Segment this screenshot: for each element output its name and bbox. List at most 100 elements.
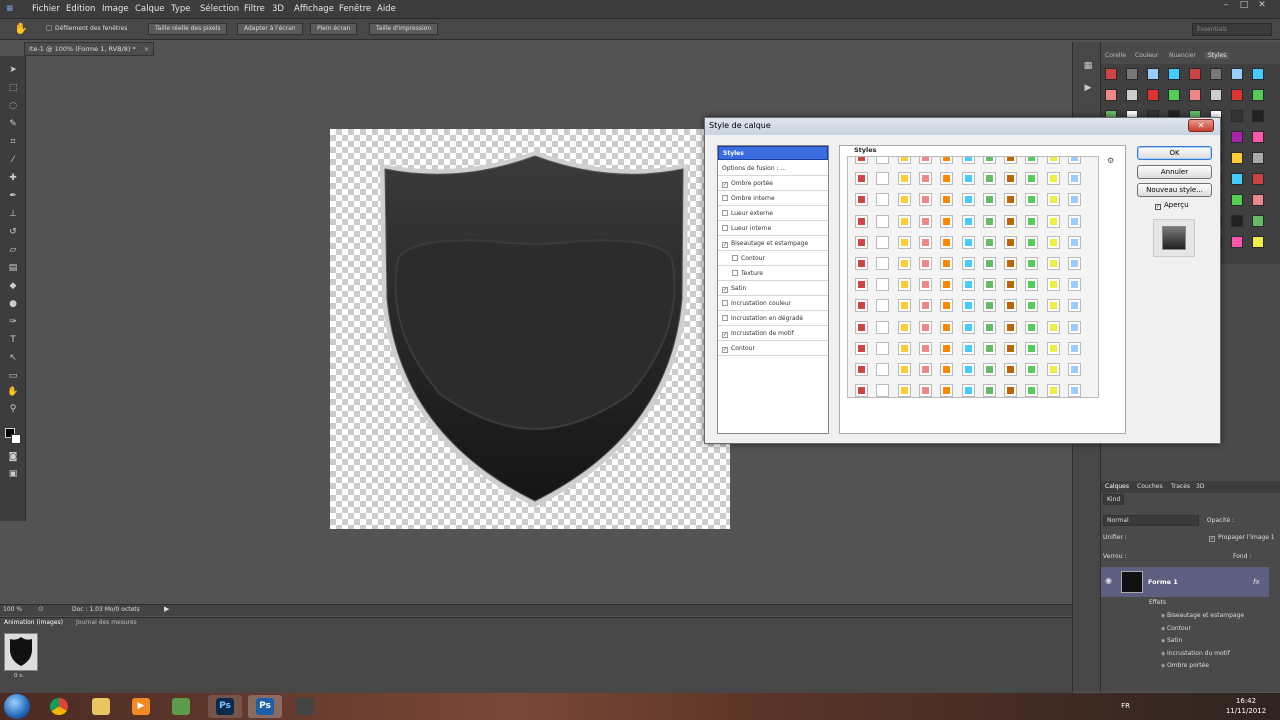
effect-item-color-overlay[interactable]: Incrustation couleur [718, 297, 828, 311]
cancel-button[interactable]: Annuler [1137, 165, 1212, 179]
style-swatch[interactable] [1068, 172, 1081, 186]
style-swatch[interactable] [897, 257, 911, 270]
style-swatch[interactable] [918, 363, 932, 376]
style-swatch[interactable] [1252, 236, 1264, 248]
style-swatch[interactable] [1046, 172, 1060, 186]
style-swatch[interactable] [876, 193, 890, 207]
workspace-select[interactable]: Essentials [1192, 23, 1272, 36]
style-swatch[interactable] [918, 341, 932, 355]
style-swatch[interactable] [1025, 172, 1039, 186]
actions-icon[interactable]: ▶ [1081, 82, 1095, 95]
taskbar-explorer[interactable] [84, 695, 118, 718]
taskbar-app[interactable] [164, 695, 198, 718]
style-swatch[interactable] [918, 384, 932, 397]
style-swatch[interactable] [961, 320, 975, 334]
zoom-level[interactable]: 100 % [3, 606, 22, 613]
style-swatch[interactable] [1046, 384, 1060, 397]
effect-checkbox[interactable]: ✓ [722, 287, 728, 293]
style-swatch[interactable] [1068, 193, 1081, 207]
style-swatch[interactable] [1046, 278, 1060, 292]
style-swatch[interactable] [982, 299, 996, 313]
style-swatch[interactable] [1105, 89, 1117, 101]
style-swatch[interactable] [855, 257, 868, 270]
style-swatch[interactable] [982, 384, 996, 397]
language-indicator[interactable]: FR [1121, 702, 1130, 710]
style-swatch[interactable] [1252, 110, 1264, 122]
style-swatch[interactable] [1252, 131, 1264, 143]
effect-pattern[interactable]: Incrustation du motif [1161, 650, 1230, 657]
style-swatch[interactable] [940, 214, 954, 228]
style-swatch[interactable] [1004, 278, 1018, 292]
style-swatch[interactable] [1252, 152, 1264, 164]
actual-pixels-button[interactable]: Taille réelle des pixels [148, 23, 228, 35]
style-swatch[interactable] [855, 172, 868, 186]
tab-nuancier[interactable]: Nuancier [1169, 52, 1196, 59]
style-swatch[interactable] [1025, 363, 1039, 376]
taskbar-photoshop-2[interactable]: Ps [248, 695, 282, 718]
style-swatch[interactable] [1025, 278, 1039, 292]
style-swatch[interactable] [982, 235, 996, 249]
tab-measurement-log[interactable]: Journal des mesures [76, 619, 137, 626]
effect-item-stroke[interactable]: ✓ Contour [718, 342, 828, 356]
style-swatch[interactable] [982, 278, 996, 292]
style-swatch[interactable] [1068, 214, 1081, 228]
style-swatch[interactable] [1046, 157, 1060, 164]
effect-item-texture[interactable]: Texture [718, 267, 828, 281]
style-swatch[interactable] [1068, 363, 1081, 376]
eyedropper-tool-icon[interactable]: ⁄ [6, 154, 20, 167]
style-swatch[interactable] [1046, 193, 1060, 207]
kind-select[interactable]: Kind [1103, 494, 1125, 505]
style-swatch[interactable] [1004, 363, 1018, 376]
status-arrow-icon[interactable]: ▶ [164, 605, 169, 613]
style-swatch[interactable] [1231, 194, 1243, 206]
effect-checkbox[interactable] [722, 210, 728, 216]
style-swatch[interactable] [961, 384, 975, 397]
style-swatch[interactable] [961, 193, 975, 207]
stamp-tool-icon[interactable]: ⊥ [6, 208, 20, 221]
document-canvas[interactable] [330, 129, 730, 529]
style-swatch[interactable] [940, 193, 954, 207]
tab-animation[interactable]: Animation (images) [4, 619, 63, 626]
tab-couleur[interactable]: Couleur [1135, 52, 1158, 59]
style-swatch[interactable] [918, 299, 932, 313]
style-swatch[interactable] [855, 320, 868, 334]
style-swatch[interactable] [1068, 235, 1081, 249]
style-swatch[interactable] [1126, 68, 1138, 80]
effect-item-inner-glow[interactable]: Lueur interne [718, 222, 828, 236]
style-swatch[interactable] [940, 157, 954, 164]
style-swatch[interactable] [897, 235, 911, 249]
tab-traces[interactable]: Tracés [1171, 483, 1190, 490]
style-swatch[interactable] [940, 172, 954, 186]
animation-frame[interactable] [4, 633, 38, 671]
effect-checkbox[interactable]: ✓ [722, 182, 728, 188]
style-swatch[interactable] [897, 341, 911, 355]
style-swatch[interactable] [1004, 320, 1018, 334]
style-swatch[interactable] [1004, 257, 1018, 270]
style-swatch[interactable] [961, 341, 975, 355]
style-swatch[interactable] [1025, 320, 1039, 334]
style-swatch[interactable] [1025, 341, 1039, 355]
style-swatch[interactable] [876, 157, 890, 164]
menu-selection[interactable]: Sélection [200, 4, 239, 14]
taskbar-media[interactable]: ▶ [124, 695, 158, 718]
document-tab[interactable]: Ite-1 @ 100% (Forme 1, RVB/8) * × [24, 42, 154, 56]
style-swatch[interactable] [1046, 299, 1060, 313]
background-color-swatch[interactable] [11, 434, 21, 444]
style-swatch[interactable] [897, 299, 911, 313]
style-swatch[interactable] [940, 384, 954, 397]
style-swatch[interactable] [1147, 89, 1159, 101]
style-swatch[interactable] [1068, 384, 1081, 397]
start-button[interactable] [4, 694, 30, 719]
ok-button[interactable]: OK [1137, 146, 1212, 160]
layer-name[interactable]: Forme 1 [1148, 578, 1178, 586]
dodge-tool-icon[interactable]: ● [6, 298, 20, 311]
style-swatch[interactable] [1189, 89, 1201, 101]
style-swatch[interactable] [918, 193, 932, 207]
style-swatch[interactable] [1004, 214, 1018, 228]
close-icon[interactable]: ✕ [1254, 0, 1270, 11]
healing-tool-icon[interactable]: ✚ [6, 172, 20, 185]
style-swatch[interactable] [1168, 89, 1180, 101]
style-swatch[interactable] [876, 341, 890, 355]
style-swatch[interactable] [1168, 68, 1180, 80]
effect-checkbox[interactable] [722, 315, 728, 321]
